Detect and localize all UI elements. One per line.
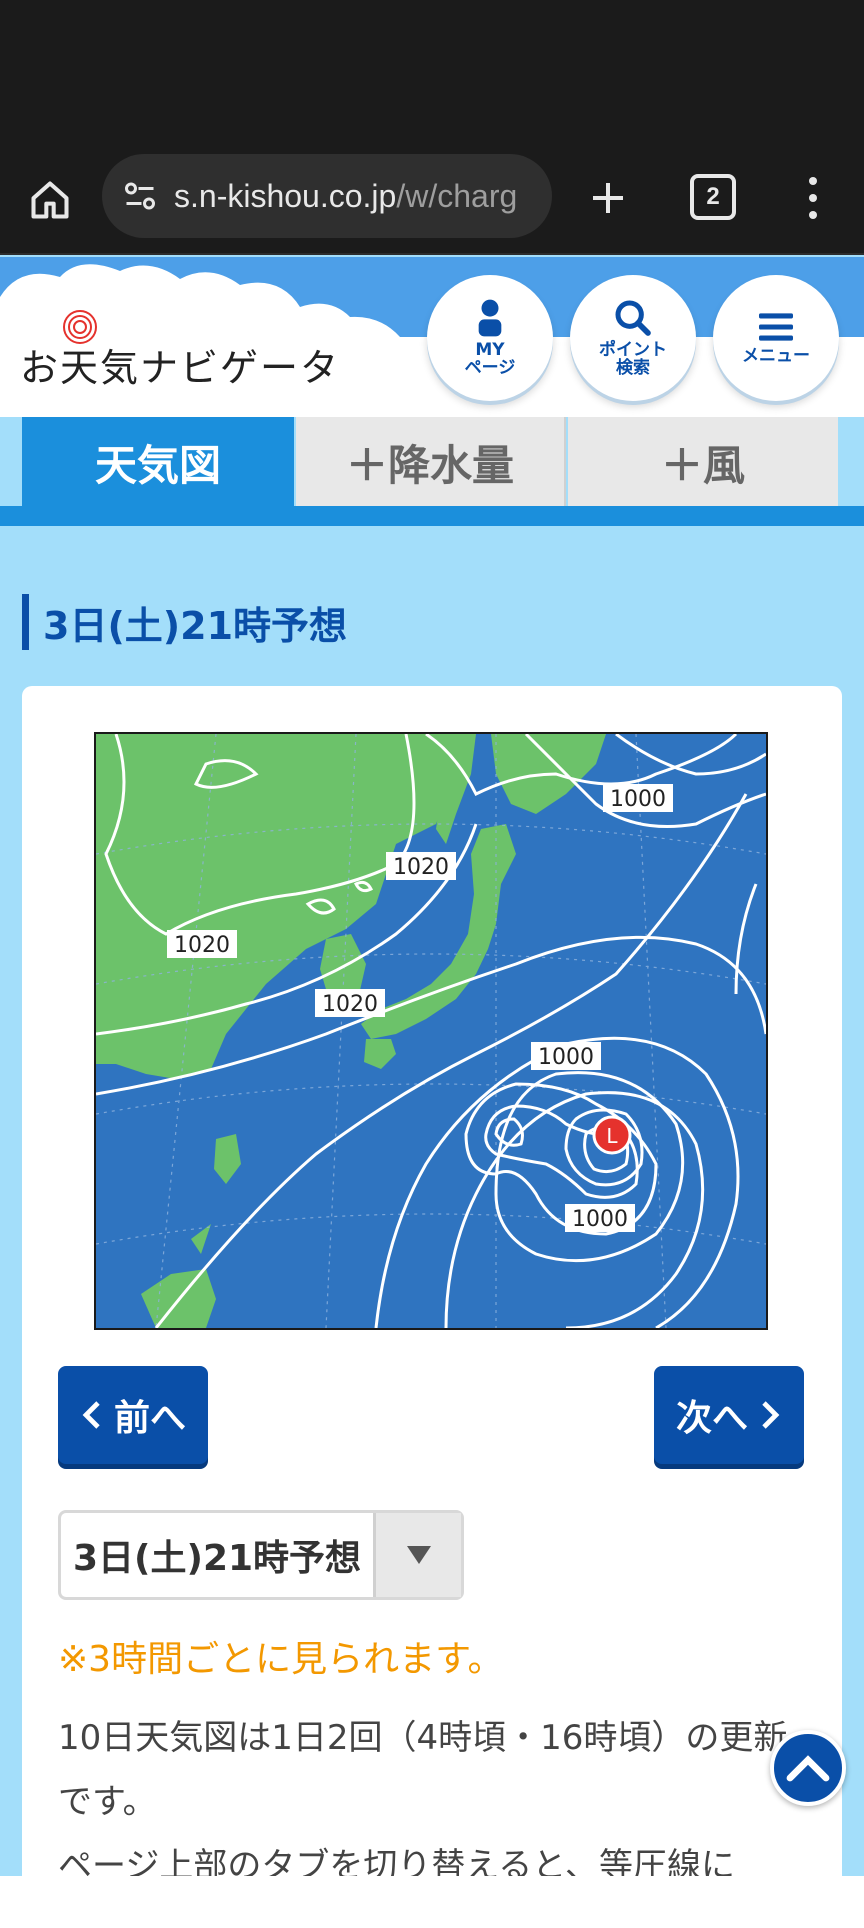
isobar-label: 1000 bbox=[538, 1045, 594, 1070]
search-label-2: 検索 bbox=[616, 358, 650, 378]
chevron-up-icon bbox=[786, 1755, 830, 1782]
description-text: 10日天気図は1日2回（4時頃・16時頃）の更新です。 ページ上部のタブを切り替… bbox=[58, 1706, 818, 1898]
point-search-button[interactable]: ポイント 検索 bbox=[570, 275, 696, 401]
prev-button[interactable]: 前へ bbox=[58, 1366, 208, 1464]
new-tab-icon[interactable] bbox=[580, 170, 636, 226]
content-card: 1000 1020 1020 1020 1000 1000 L 前へ 次へ 3日… bbox=[22, 686, 842, 1928]
isobar-label: 1020 bbox=[322, 992, 378, 1017]
antenna-icon bbox=[63, 310, 97, 344]
mypage-button[interactable]: MY ページ bbox=[427, 275, 553, 401]
site-header: お天気ナビゲータ MY ページ ポイント 検索 メニュー bbox=[0, 257, 864, 417]
isobar-label: 1000 bbox=[610, 787, 666, 812]
prev-label: 前へ bbox=[113, 1398, 186, 1439]
isobar-label: 1020 bbox=[393, 855, 449, 880]
tab-switcher-button[interactable]: 2 bbox=[690, 174, 736, 220]
tab-weather-map[interactable]: 天気図 bbox=[22, 417, 294, 507]
isobar-label: 1020 bbox=[174, 933, 230, 958]
chevron-right-icon bbox=[762, 1401, 780, 1429]
dropdown-arrow-icon[interactable] bbox=[373, 1513, 461, 1597]
low-pressure-label: L bbox=[606, 1124, 618, 1148]
interval-note: ※3時間ごとに見られます。 bbox=[58, 1639, 504, 1680]
menu-label: メニュー bbox=[742, 346, 810, 367]
tab-underline bbox=[0, 506, 864, 526]
next-label: 次へ bbox=[675, 1398, 748, 1439]
bottom-area bbox=[0, 1876, 864, 1928]
browser-toolbar: s.n-kishou.co.jp/w/charg 2 bbox=[0, 150, 864, 255]
description-line-1: 10日天気図は1日2回（4時頃・16時頃）の更新です。 bbox=[58, 1718, 788, 1822]
url-bar[interactable]: s.n-kishou.co.jp/w/charg bbox=[102, 154, 552, 238]
hamburger-icon bbox=[759, 313, 793, 341]
url-text: s.n-kishou.co.jp/w/charg bbox=[174, 177, 518, 214]
forecast-time-select[interactable]: 3日(土)21時予想 bbox=[58, 1510, 464, 1600]
isobar-label: 1000 bbox=[572, 1207, 628, 1232]
chevron-left-icon bbox=[82, 1401, 100, 1429]
next-button[interactable]: 次へ bbox=[654, 1366, 804, 1464]
home-icon[interactable] bbox=[22, 172, 78, 228]
tab-precipitation[interactable]: ＋降水量 bbox=[296, 417, 566, 507]
status-bar bbox=[0, 0, 864, 150]
scroll-to-top-button[interactable] bbox=[770, 1730, 846, 1806]
weather-map: 1000 1020 1020 1020 1000 1000 L bbox=[94, 732, 768, 1330]
section-title: 3日(土)21時予想 bbox=[22, 594, 347, 650]
site-settings-icon[interactable] bbox=[120, 176, 160, 216]
user-icon bbox=[478, 299, 502, 337]
search-icon bbox=[615, 300, 651, 336]
more-menu-icon[interactable] bbox=[788, 170, 838, 226]
tab-wind[interactable]: ＋風 bbox=[568, 417, 838, 507]
select-value: 3日(土)21時予想 bbox=[73, 1538, 362, 1579]
menu-button[interactable]: メニュー bbox=[713, 275, 839, 401]
site-logo[interactable]: お天気ナビゲータ bbox=[20, 310, 340, 387]
mypage-label-2: ページ bbox=[464, 358, 516, 378]
